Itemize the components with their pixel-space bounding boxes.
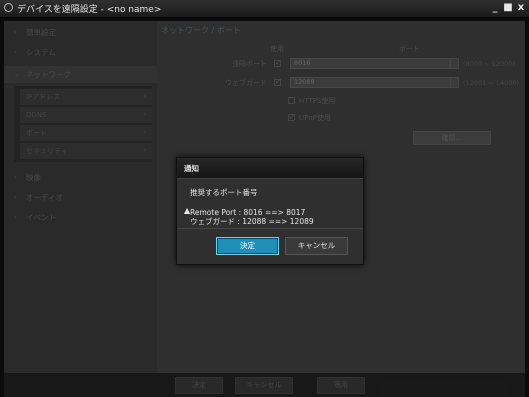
sidebar-item-label: 簡単設定 xyxy=(26,28,56,37)
sidebar-item-event[interactable]: › イベント xyxy=(4,209,157,226)
sidebar-item-audio[interactable]: › オーディオ xyxy=(4,189,157,206)
dialog-message: Remote Port : 8016 ==> 8017 ウェブガード : 120… xyxy=(190,208,314,226)
notification-dialog: 通知 推奨するポート番号 ▲ Remote Port : 8016 ==> 80… xyxy=(176,157,364,265)
sidebar-sub-item-security[interactable]: セキュリティ › xyxy=(20,143,152,159)
sidebar-item-label: イベント xyxy=(26,213,56,222)
chevron-right-icon: › xyxy=(143,111,146,118)
chevron-right-icon: › xyxy=(14,214,17,221)
test-button[interactable]: 確認... xyxy=(413,131,491,145)
bottom-bar: 決定 キャンセル 適用 xyxy=(4,373,525,397)
dialog-cancel-button[interactable]: キャンセル xyxy=(285,237,348,255)
https-checkbox[interactable] xyxy=(288,97,295,104)
sidebar-item-label: システム xyxy=(26,48,56,57)
sub-item-label: セキュリティ xyxy=(26,147,68,155)
window-title: デバイスを遠隔設定 - <no name> xyxy=(17,5,162,15)
chevron-right-icon: › xyxy=(14,194,17,201)
chevron-right-icon: › xyxy=(143,129,146,136)
close-button[interactable]: x xyxy=(516,2,526,14)
column-header-port: ポート xyxy=(399,45,420,53)
remote-port-label: 遠隔ポート xyxy=(232,60,267,68)
upnp-label: UPnP使用 xyxy=(299,114,331,122)
web-guard-checkbox[interactable]: ✓ xyxy=(274,79,281,86)
sidebar-sub-item-ddns[interactable]: DDNS › xyxy=(20,107,152,123)
chevron-right-icon: › xyxy=(143,93,146,100)
sidebar-item-label: オーディオ xyxy=(26,193,63,202)
remote-port-checkbox[interactable]: ✓ xyxy=(274,60,281,67)
chevron-right-icon: › xyxy=(143,147,146,154)
maximize-button[interactable]: ■ xyxy=(503,2,513,14)
remote-port-input[interactable]: 8016 xyxy=(290,58,451,69)
ok-button[interactable]: 決定 xyxy=(175,377,223,394)
https-label: HTTPS使用 xyxy=(299,97,336,105)
chevron-right-icon: › xyxy=(14,49,17,56)
dialog-message-line: ウェブガード : 12088 ==> 12089 xyxy=(190,216,314,226)
sub-item-label: DDNS xyxy=(26,111,47,119)
web-guard-input[interactable]: 12088 xyxy=(290,77,451,88)
sidebar-item-video[interactable]: › 映像 xyxy=(4,169,157,186)
sidebar-item-quick-setup[interactable]: › 簡単設定 xyxy=(4,24,157,41)
chevron-down-icon: ⌄ xyxy=(14,71,20,78)
sidebar-item-label: 映像 xyxy=(26,173,41,182)
apply-button[interactable]: 適用 xyxy=(317,377,365,394)
column-header-use: 使用 xyxy=(270,45,284,53)
dialog-heading: 推奨するポート番号 xyxy=(190,188,258,197)
dialog-header: 通知 xyxy=(177,158,363,179)
web-guard-spinner[interactable] xyxy=(450,77,459,88)
web-guard-label: ウェブガード xyxy=(225,79,267,87)
chevron-right-icon: › xyxy=(14,29,17,36)
sidebar-item-network[interactable]: ⌄ ネットワーク xyxy=(4,66,157,83)
sidebar-sub-item-port[interactable]: ポート › xyxy=(20,125,152,141)
sub-item-label: ポート xyxy=(26,129,47,137)
minimize-button[interactable]: _ xyxy=(490,2,500,14)
sidebar: › 簡単設定 › システム ⌄ ネットワーク IPアドレス › DDNS › ポ… xyxy=(4,21,157,373)
sub-item-label: IPアドレス xyxy=(26,93,61,101)
upnp-checkbox[interactable]: ✓ xyxy=(288,114,295,121)
dialog-divider xyxy=(177,228,363,229)
app-icon xyxy=(4,3,13,12)
cancel-button[interactable]: キャンセル xyxy=(235,377,293,394)
sidebar-sub-item-ip-address[interactable]: IPアドレス › xyxy=(20,89,152,105)
dialog-body: 推奨するポート番号 ▲ Remote Port : 8016 ==> 8017 … xyxy=(177,179,363,225)
section-title: ネットワーク / ポート xyxy=(161,26,241,35)
sidebar-item-system[interactable]: › システム xyxy=(4,44,157,61)
web-guard-range: (12001 ~ 14000) xyxy=(463,79,520,87)
dialog-title: 通知 xyxy=(184,164,199,173)
chevron-right-icon: › xyxy=(14,174,17,181)
remote-port-spinner[interactable] xyxy=(450,58,459,69)
dialog-ok-button[interactable]: 決定 xyxy=(216,237,279,255)
sidebar-item-label: ネットワーク xyxy=(26,70,71,79)
remote-port-range: (8000 ~ 12000) xyxy=(463,60,515,68)
network-subpanel: IPアドレス › DDNS › ポート › セキュリティ › xyxy=(14,86,152,162)
title-bar: デバイスを遠隔設定 - <no name> _ ■ x xyxy=(0,0,529,18)
